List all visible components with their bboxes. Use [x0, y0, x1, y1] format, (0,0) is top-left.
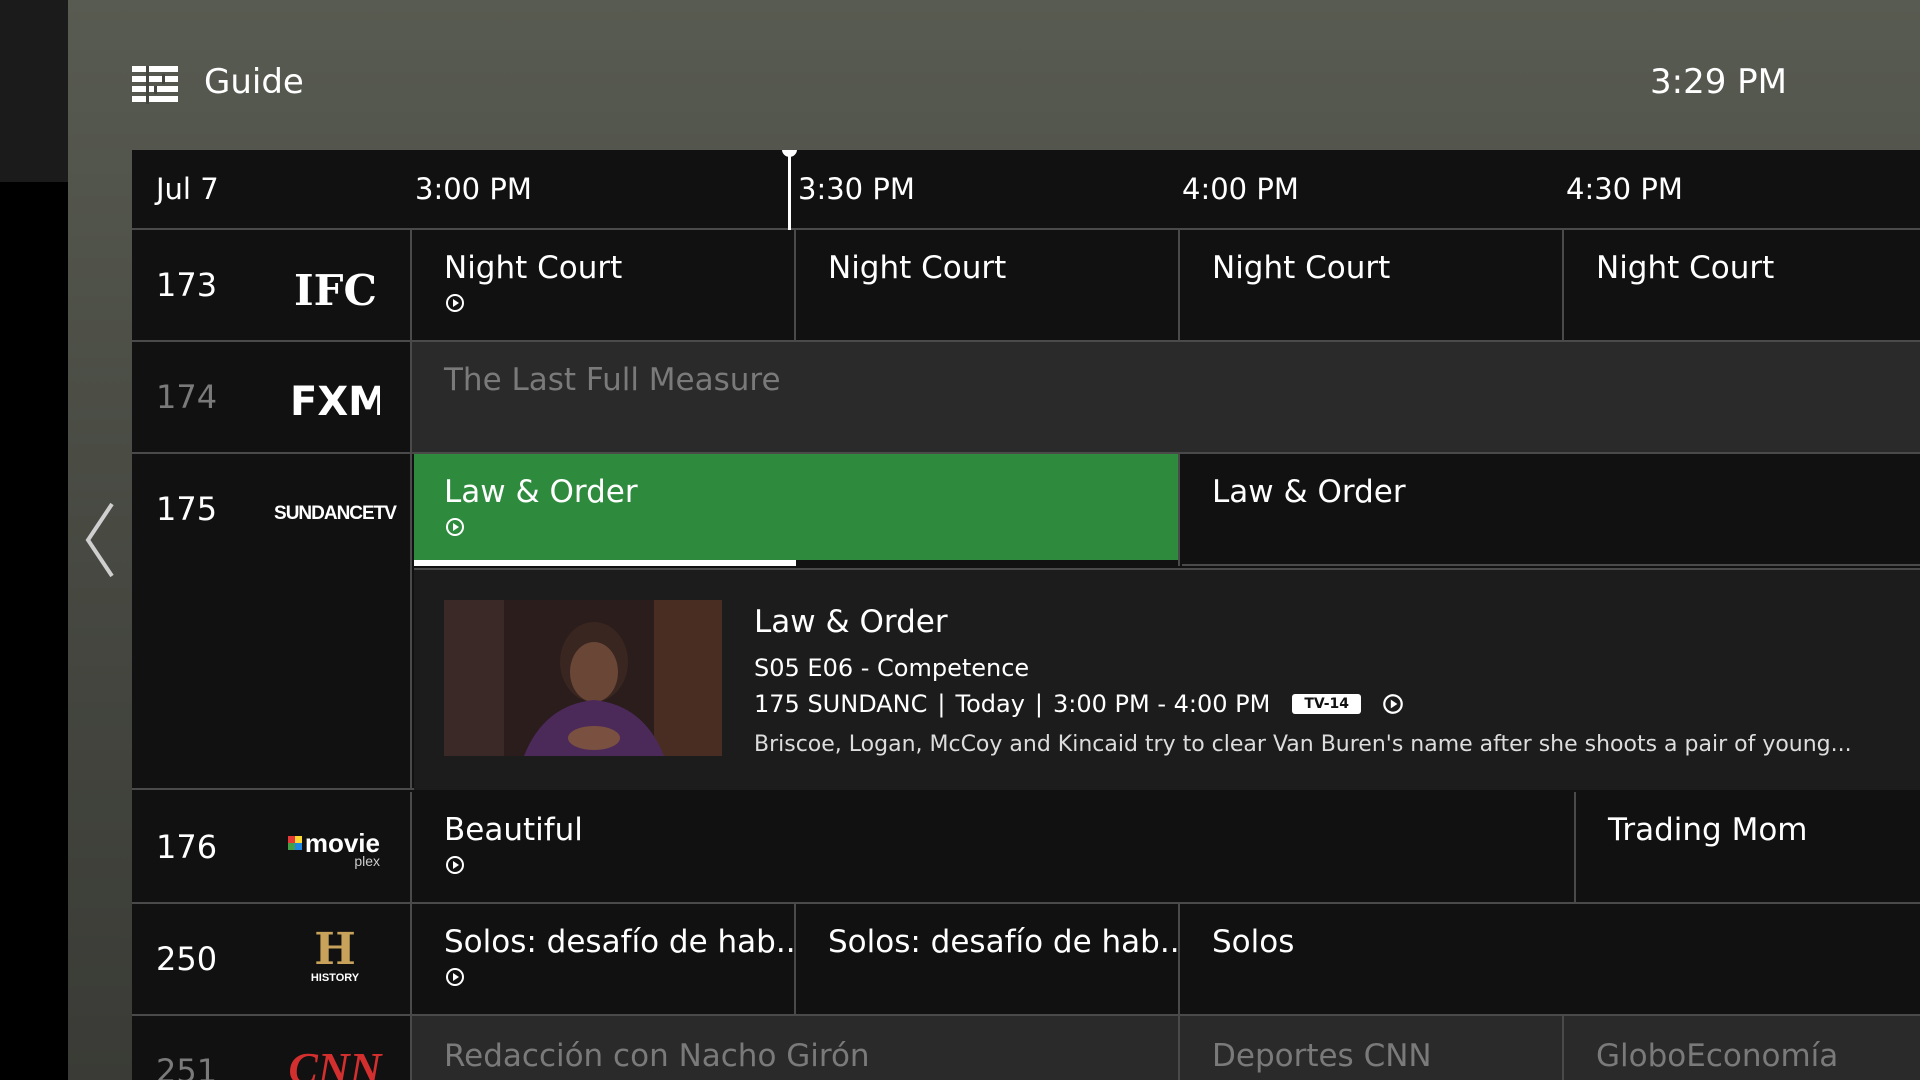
program-title: Night Court [1212, 250, 1391, 286]
detail-description: Briscoe, Logan, McCoy and Kincaid try to… [754, 732, 1852, 757]
guide-grid: Jul 7 3:00 PM 3:30 PM 4:00 PM 4:30 PM 17… [132, 150, 1920, 1080]
time-slot: 3:30 PM [798, 172, 915, 206]
program-title: Night Court [1596, 250, 1775, 286]
program-title: Beautiful [444, 812, 583, 848]
program-title: Trading Mom [1608, 812, 1808, 848]
now-indicator [788, 150, 791, 230]
channel-row: 173 IFC Night Court Night Court Night Co… [132, 230, 1920, 342]
detail-meta: 175 SUNDANC | Today | 3:00 PM - 4:00 PM … [754, 690, 1405, 718]
movieplex-logo-icon [287, 836, 302, 850]
channel-row: 176 movie plex Beautiful Trading Mom [132, 792, 1920, 904]
detail-channel: 175 SUNDANC [754, 690, 928, 718]
program-title: Solos [1212, 924, 1295, 960]
timebar: Jul 7 3:00 PM 3:30 PM 4:00 PM 4:30 PM [132, 150, 1920, 230]
channel-number: 173 [156, 266, 218, 304]
restart-icon [446, 856, 464, 874]
channel-number: 174 [156, 378, 218, 416]
detail-time: 3:00 PM - 4:00 PM [1053, 690, 1271, 718]
program-cell[interactable]: GloboEconomía [1566, 1016, 1920, 1080]
history-logo-sub: HISTORY [310, 972, 360, 984]
ifc-logo: IFC [290, 258, 380, 318]
detail-episode: S05 E06 - Competence [754, 654, 1030, 682]
separator: | [1034, 690, 1043, 718]
channel-row: 251 CNN Redacción con Nacho Girón Deport… [132, 1016, 1920, 1080]
program-cell[interactable]: Redacción con Nacho Girón [414, 1016, 1180, 1080]
program-title: Law & Order [444, 474, 638, 510]
program-title: Deportes CNN [1212, 1038, 1432, 1074]
sundancetv-logo: SUNDANCETV [274, 503, 397, 524]
date-label: Jul 7 [156, 172, 219, 206]
program-cell[interactable]: Solos [1182, 904, 1920, 1014]
chevron-left-icon[interactable] [80, 500, 120, 580]
channel-cell[interactable]: 176 movie plex [132, 792, 412, 902]
ifc-logo-icon: IFC [294, 266, 377, 315]
guide-grid-icon[interactable] [132, 66, 178, 104]
now-indicator-dot [782, 150, 797, 157]
program-cell[interactable]: Law & Order [1182, 454, 1920, 566]
program-title: Night Court [828, 250, 1007, 286]
detail-day: Today [955, 690, 1025, 718]
program-title: Night Court [444, 250, 623, 286]
channel-number: 251 [156, 1052, 218, 1080]
channel-cell[interactable]: 173 IFC [132, 230, 412, 340]
channel-cell[interactable]: 250 H HISTORY [132, 904, 412, 1014]
restart-icon [446, 968, 464, 986]
channel-cell[interactable]: 251 CNN [132, 1016, 412, 1080]
program-cell[interactable]: The Last Full Measure [414, 342, 1920, 452]
clock: 3:29 PM [1650, 62, 1787, 102]
program-cell[interactable]: Solos: desafío de hab... [414, 904, 796, 1014]
program-cell[interactable]: Trading Mom [1578, 792, 1920, 902]
progress-track [414, 560, 1178, 566]
movieplex-logo: movie plex [287, 818, 380, 878]
program-cell[interactable]: Night Court [798, 230, 1180, 340]
program-title: GloboEconomía [1596, 1038, 1839, 1074]
rating-badge: TV-14 [1292, 694, 1361, 714]
separator: | [937, 690, 946, 718]
page-title: Guide [204, 62, 304, 102]
channel-number: 176 [156, 828, 218, 866]
channel-number: 250 [156, 940, 218, 978]
movieplex-logo-sub: plex [354, 852, 380, 869]
history-logo-text: H [314, 924, 356, 975]
time-slot: 3:00 PM [415, 172, 532, 206]
history-logo: H HISTORY [290, 926, 380, 986]
rail-panel [0, 0, 68, 182]
channel-cell[interactable]: 175 SUNDANCETV [132, 454, 412, 788]
rail-background [0, 182, 68, 1080]
program-cell[interactable]: Solos: desafío de hab... [798, 904, 1180, 1014]
program-title: The Last Full Measure [444, 362, 781, 398]
restart-icon [446, 518, 464, 536]
channel-number: 175 [156, 490, 218, 528]
detail-title: Law & Order [754, 604, 948, 640]
channel-cell[interactable]: 174 FXM [132, 342, 412, 452]
program-title: Redacción con Nacho Girón [444, 1038, 870, 1074]
program-cell[interactable]: Night Court [1566, 230, 1920, 340]
channel-row: 174 FXM The Last Full Measure [132, 342, 1920, 454]
cnn-logo-text: CNN [288, 1043, 382, 1080]
program-cell[interactable]: Deportes CNN [1182, 1016, 1564, 1080]
program-title: Law & Order [1212, 474, 1406, 510]
progress-fill [414, 560, 796, 566]
program-cell[interactable]: Night Court [1182, 230, 1564, 340]
program-thumbnail [444, 600, 722, 756]
time-slot: 4:00 PM [1182, 172, 1299, 206]
fxm-logo-icon: FXM [290, 379, 380, 425]
fxm-logo: FXM [290, 368, 380, 428]
thumbnail-image [444, 600, 722, 756]
program-cell[interactable]: Night Court [414, 230, 796, 340]
time-slot: 4:30 PM [1566, 172, 1683, 206]
program-title: Solos: desafío de hab... [444, 924, 796, 960]
channel-row: 250 H HISTORY Solos: desafío de hab... S… [132, 904, 1920, 1016]
fxm-logo-text: FXM [290, 379, 380, 425]
program-cell[interactable]: Beautiful [414, 792, 1576, 902]
program-title: Solos: desafío de hab... [828, 924, 1180, 960]
cnn-logo: CNN [288, 1038, 382, 1080]
restart-icon [446, 294, 464, 312]
ifc-logo-text: IFC [294, 266, 377, 315]
program-cell-selected[interactable]: Law & Order [414, 454, 1180, 566]
program-detail-panel: Law & Order S05 E06 - Competence 175 SUN… [414, 568, 1920, 790]
restart-icon [1383, 694, 1403, 714]
